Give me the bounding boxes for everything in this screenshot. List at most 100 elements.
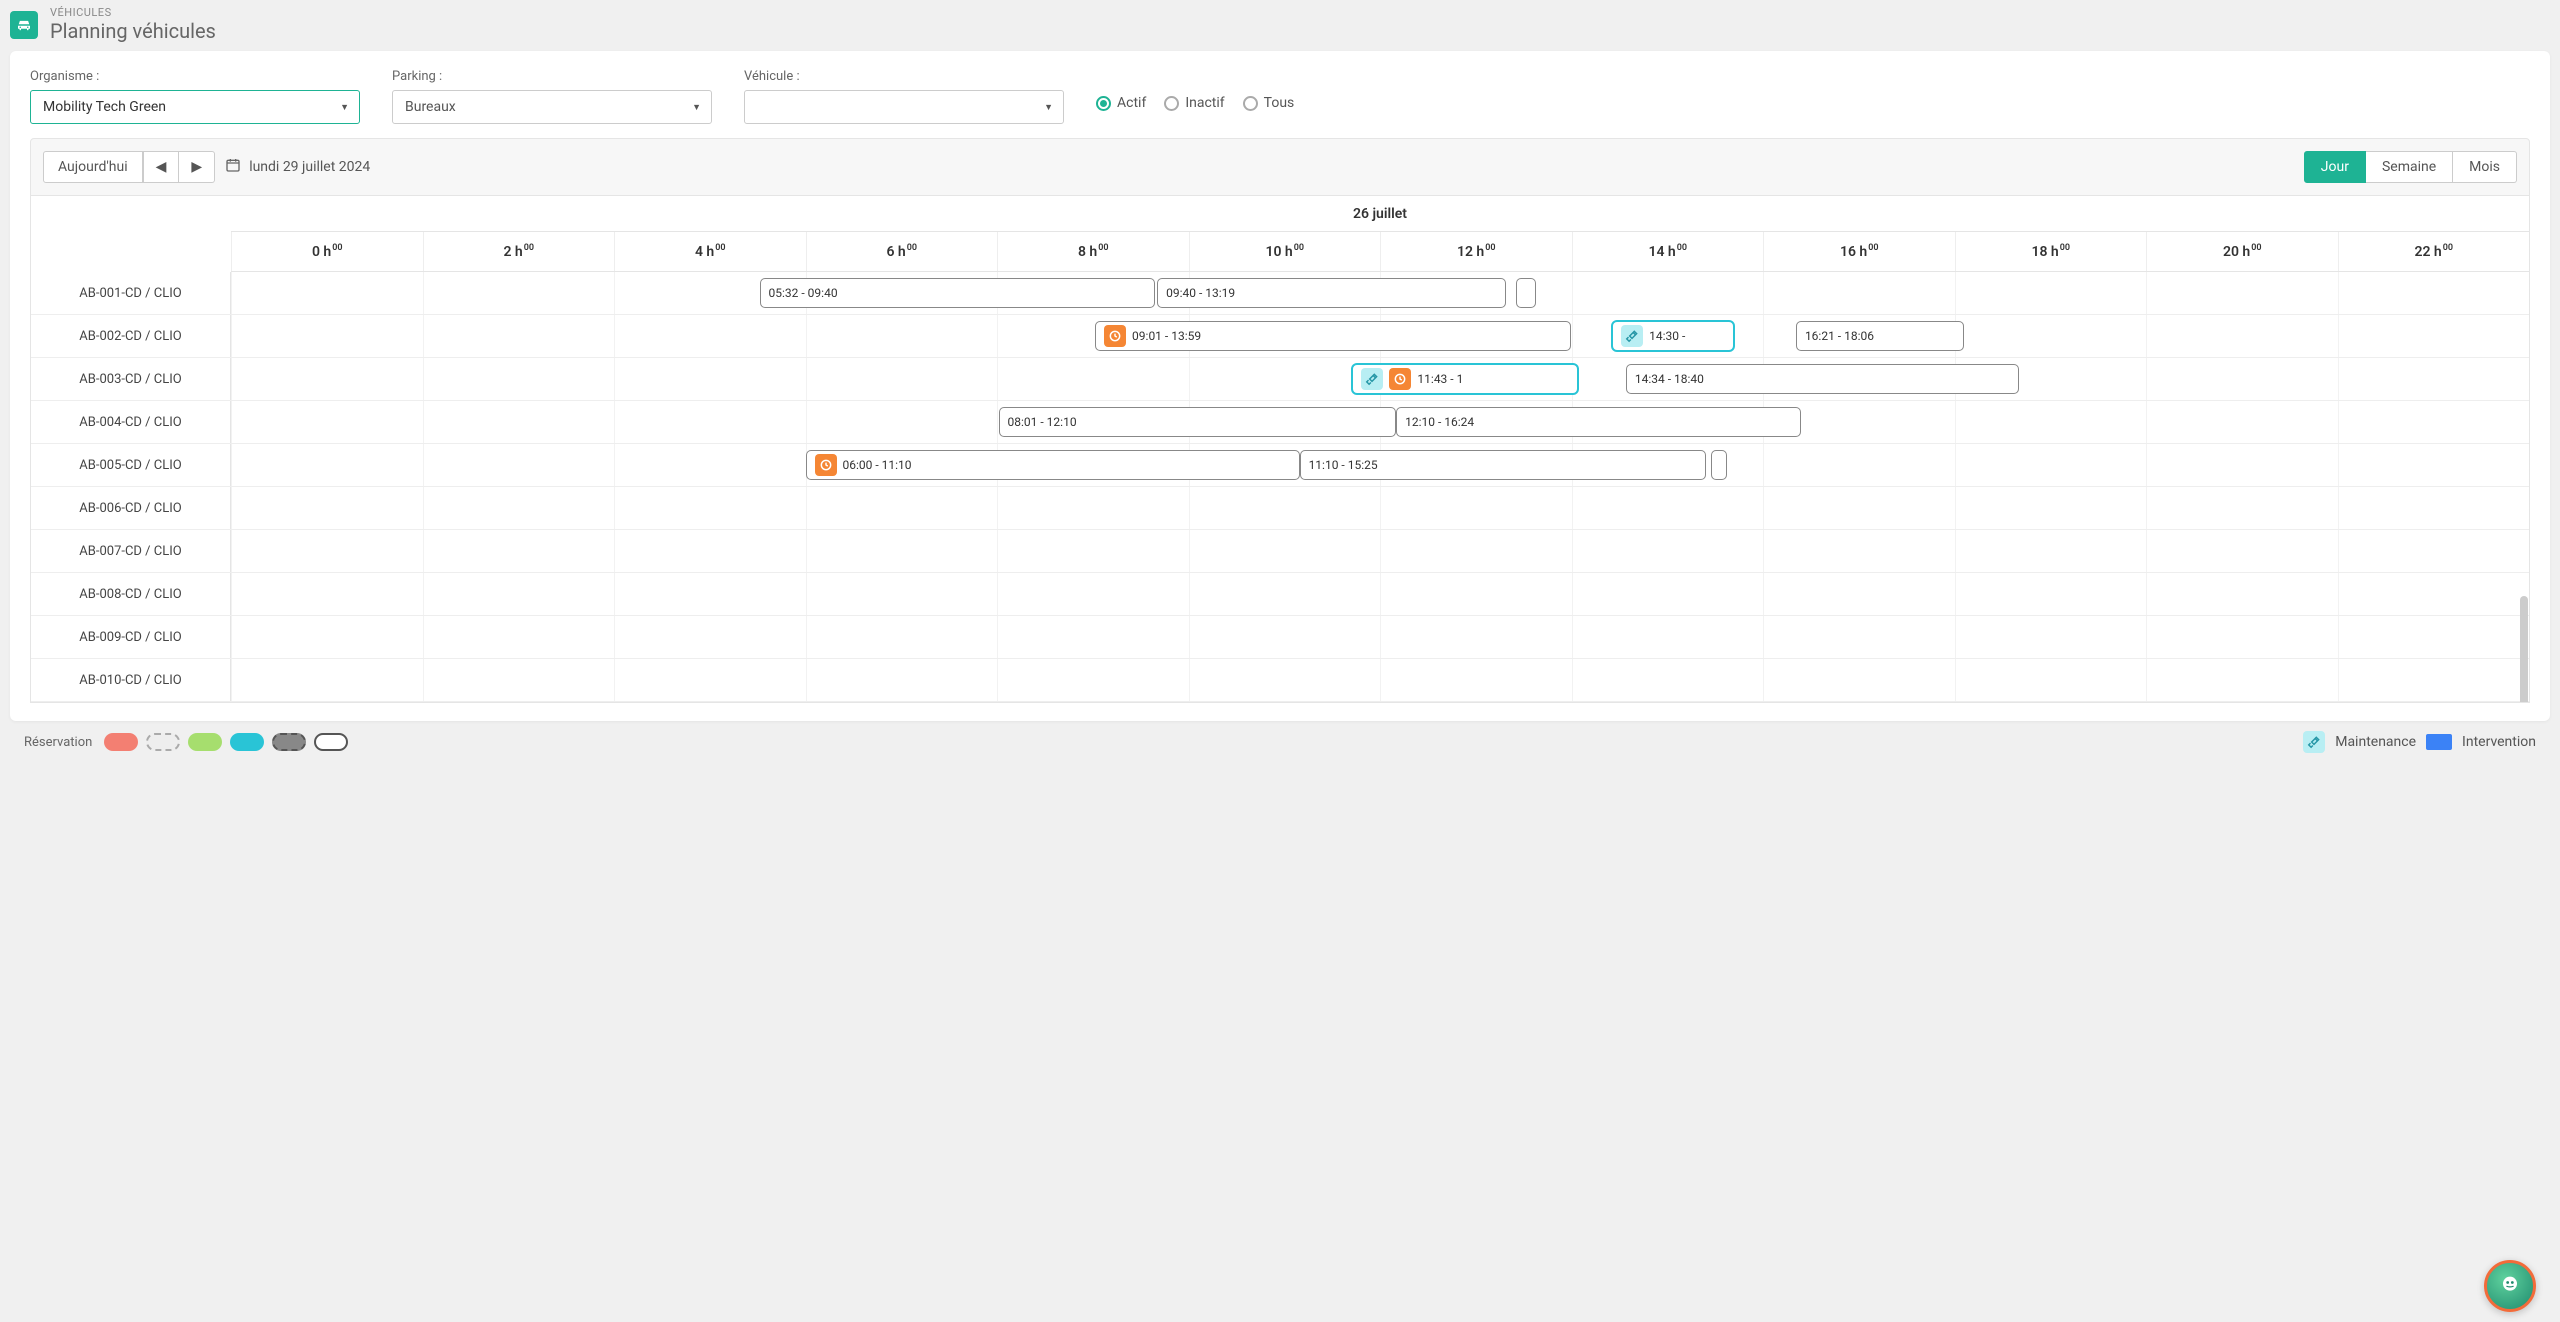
parking-value: Bureaux [405, 99, 456, 115]
hour-cell: 16 h00 [1763, 232, 1955, 271]
view-week[interactable]: Semaine [2366, 151, 2453, 183]
intervention-label: Intervention [2462, 734, 2536, 750]
reservation-bar[interactable] [1711, 450, 1727, 480]
clock-icon [1389, 368, 1411, 390]
view-day[interactable]: Jour [2304, 151, 2366, 183]
parking-select[interactable]: Bureaux [392, 90, 712, 124]
date-picker[interactable]: lundi 29 juillet 2024 [225, 157, 370, 177]
bar-time: 14:34 - 18:40 [1635, 372, 1704, 386]
vehicle-row: AB-006-CD / CLIO [31, 487, 2529, 530]
swatch-teal [230, 733, 264, 751]
hour-cell: 18 h00 [1955, 232, 2147, 271]
hour-cell: 14 h00 [1572, 232, 1764, 271]
vehicle-row: AB-003-CD / CLIO 11:43 - 1 14:34 - 18:40 [31, 358, 2529, 401]
clock-icon [815, 454, 837, 476]
vehicle-row: AB-004-CD / CLIO 08:01 - 12:10 12:10 - 16:… [31, 401, 2529, 444]
bar-time: 05:32 - 09:40 [769, 286, 838, 300]
reservation-label: Réservation [24, 735, 92, 750]
organisme-label: Organisme : [30, 69, 360, 84]
vehicle-row: AB-007-CD / CLIO [31, 530, 2529, 573]
view-month[interactable]: Mois [2453, 151, 2517, 183]
hour-cell: 8 h00 [997, 232, 1189, 271]
vehicle-label: AB-010-CD / CLIO [31, 659, 231, 701]
scrollbar[interactable] [2520, 596, 2528, 703]
vehicule-select[interactable] [744, 90, 1064, 124]
hour-cell: 12 h00 [1380, 232, 1572, 271]
schedule-date: 26 juillet [231, 196, 2529, 232]
hour-cell: 6 h00 [806, 232, 998, 271]
bar-time: 06:00 - 11:10 [843, 458, 912, 472]
hour-cell: 2 h00 [423, 232, 615, 271]
vehicle-row: AB-010-CD / CLIO [31, 659, 2529, 702]
car-icon [10, 11, 38, 39]
bar-time: 11:43 - 1 [1417, 372, 1463, 386]
page-title: Planning véhicules [50, 19, 216, 43]
vehicle-label: AB-007-CD / CLIO [31, 530, 231, 572]
reservation-bar[interactable]: 06:00 - 11:10 [806, 450, 1300, 480]
reservation-bar[interactable]: 11:10 - 15:25 [1300, 450, 1707, 480]
schedule-grid: 26 juillet 0 h002 h004 h006 h008 h0010 h… [30, 196, 2530, 703]
reservation-bar[interactable]: 11:43 - 1 [1352, 364, 1577, 394]
hour-cell: 20 h00 [2146, 232, 2338, 271]
hour-cell: 22 h00 [2338, 232, 2530, 271]
vehicle-row: AB-002-CD / CLIO 09:01 - 13:59 14:30 - 16:2… [31, 315, 2529, 358]
bar-time: 08:01 - 12:10 [1008, 415, 1077, 429]
reservation-bar[interactable]: 14:34 - 18:40 [1626, 364, 2019, 394]
vehicle-label: AB-002-CD / CLIO [31, 315, 231, 357]
reservation-bar[interactable]: 09:01 - 13:59 [1095, 321, 1571, 351]
hour-cell: 4 h00 [614, 232, 806, 271]
vehicle-row: AB-009-CD / CLIO [31, 616, 2529, 659]
reservation-bar[interactable]: 09:40 - 13:19 [1157, 278, 1506, 308]
swatch-green [188, 733, 222, 751]
radio-tous[interactable]: Tous [1243, 95, 1295, 111]
chat-fab[interactable] [2484, 1260, 2536, 1312]
vehicle-label: AB-008-CD / CLIO [31, 573, 231, 615]
hour-cell: 10 h00 [1189, 232, 1381, 271]
vehicle-label: AB-009-CD / CLIO [31, 616, 231, 658]
organisme-select[interactable]: Mobility Tech Green [30, 90, 360, 124]
bar-time: 12:10 - 16:24 [1405, 415, 1474, 429]
wrench-icon [1621, 325, 1643, 347]
reservation-bar[interactable]: 16:21 - 18:06 [1796, 321, 1964, 351]
parking-label: Parking : [392, 69, 712, 84]
breadcrumb: VÉHICULES [50, 6, 216, 19]
bar-time: 09:40 - 13:19 [1166, 286, 1235, 300]
page-header: VÉHICULES Planning véhicules [10, 6, 2550, 43]
wrench-icon [1361, 368, 1383, 390]
clock-icon [1104, 325, 1126, 347]
swatch-red [104, 733, 138, 751]
swatch-blue [2426, 734, 2452, 750]
radio-actif[interactable]: Actif [1096, 95, 1146, 111]
vehicle-label: AB-006-CD / CLIO [31, 487, 231, 529]
bar-time: 16:21 - 18:06 [1805, 329, 1874, 343]
radio-inactif-label: Inactif [1185, 95, 1224, 111]
swatch-white [314, 733, 348, 751]
radio-inactif[interactable]: Inactif [1164, 95, 1224, 111]
vehicle-label: AB-003-CD / CLIO [31, 358, 231, 400]
vehicle-row: AB-008-CD / CLIO [31, 573, 2529, 616]
today-button[interactable]: Aujourd'hui [43, 151, 143, 183]
vehicle-label: AB-004-CD / CLIO [31, 401, 231, 443]
bar-time: 09:01 - 13:59 [1132, 329, 1201, 343]
vehicle-row: AB-005-CD / CLIO 06:00 - 11:10 11:10 - 15:… [31, 444, 2529, 487]
maintenance-label: Maintenance [2335, 734, 2416, 750]
reservation-bar[interactable] [1516, 278, 1537, 308]
next-button[interactable]: ▶ [179, 151, 215, 183]
reservation-bar[interactable]: 12:10 - 16:24 [1396, 407, 1800, 437]
prev-button[interactable]: ◀ [143, 151, 180, 183]
current-date: lundi 29 juillet 2024 [249, 159, 370, 175]
vehicle-row: AB-001-CD / CLIO 05:32 - 09:40 09:40 - 13:… [31, 272, 2529, 315]
swatch-dash-gray [146, 733, 180, 751]
reservation-bar[interactable]: 14:30 - [1612, 321, 1734, 351]
vehicle-label: AB-005-CD / CLIO [31, 444, 231, 486]
hours-header: 0 h002 h004 h006 h008 h0010 h0012 h0014 … [231, 232, 2529, 272]
radio-actif-label: Actif [1117, 95, 1146, 111]
vehicle-label: AB-001-CD / CLIO [31, 272, 231, 314]
reservation-bar[interactable]: 08:01 - 12:10 [999, 407, 1397, 437]
swatch-dark-dash [272, 733, 306, 751]
hour-cell: 0 h00 [231, 232, 423, 271]
calendar-icon [225, 157, 241, 177]
bar-time: 11:10 - 15:25 [1309, 458, 1378, 472]
reservation-bar[interactable]: 05:32 - 09:40 [760, 278, 1155, 308]
wrench-icon [2303, 731, 2325, 753]
